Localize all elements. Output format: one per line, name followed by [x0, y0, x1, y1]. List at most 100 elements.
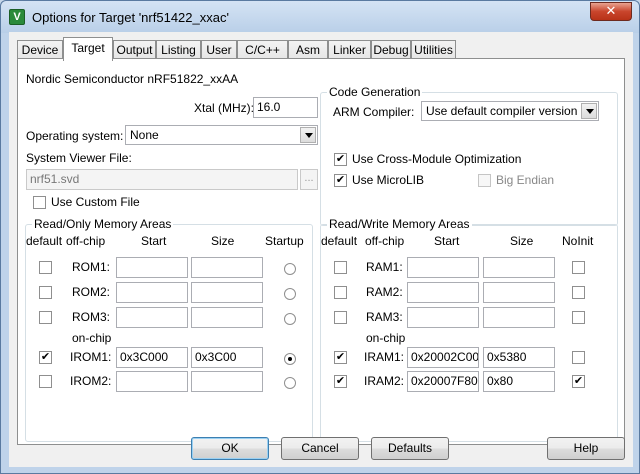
ram1-default-checkbox[interactable] — [334, 261, 347, 274]
ok-button[interactable]: OK — [191, 437, 269, 460]
rom2-startup-radio[interactable] — [284, 288, 296, 300]
tab-debug[interactable]: Debug — [371, 40, 411, 60]
compiler-label: ARM Compiler: — [333, 105, 415, 119]
iram1-label: IRAM1: — [364, 350, 405, 364]
code-generation-group: Code Generation ARM Compiler: Use defaul… — [320, 85, 618, 226]
rom2-start-input[interactable] — [116, 282, 188, 303]
title-bar[interactable]: V Options for Target 'nrf51422_xxac' ✕ — [1, 1, 639, 33]
tab-listing[interactable]: Listing — [156, 40, 201, 60]
options-dialog: V Options for Target 'nrf51422_xxac' ✕ D… — [0, 0, 640, 474]
ram2-size-input[interactable] — [483, 282, 555, 303]
rom1-startup-radio[interactable] — [284, 263, 296, 275]
irom2-start-input[interactable] — [116, 371, 188, 392]
rom3-default-checkbox[interactable] — [39, 311, 52, 324]
ram3-size-input[interactable] — [483, 307, 555, 328]
rw-header-size: Size — [510, 234, 534, 248]
cross-module-label: Use Cross-Module Optimization — [352, 152, 522, 166]
ram3-noinit-checkbox[interactable] — [572, 311, 585, 324]
rom1-size-input[interactable] — [191, 257, 263, 278]
rom3-size-input[interactable] — [191, 307, 263, 328]
ram2-start-input[interactable] — [407, 282, 479, 303]
iram1-noinit-checkbox[interactable] — [572, 351, 585, 364]
window-title: Options for Target 'nrf51422_xxac' — [32, 10, 229, 25]
rw-onchip-label: on-chip — [366, 331, 406, 345]
irom1-size-input[interactable]: 0x3C00 — [191, 347, 263, 368]
rom2-size-input[interactable] — [191, 282, 263, 303]
svf-input[interactable]: nrf51.svd — [26, 169, 298, 190]
rom3-startup-radio[interactable] — [284, 313, 296, 325]
iram2-size-input[interactable]: 0x80 — [483, 371, 555, 392]
tab-utilities[interactable]: Utilities — [411, 40, 456, 60]
code-generation-title: Code Generation — [327, 85, 423, 99]
chevron-down-icon[interactable] — [300, 127, 316, 143]
compiler-select[interactable]: Use default compiler version — [421, 101, 599, 121]
iram1-start-input[interactable]: 0x20002C00 — [407, 347, 479, 368]
ram1-start-input[interactable] — [407, 257, 479, 278]
ram2-default-checkbox[interactable] — [334, 286, 347, 299]
defaults-button[interactable]: Defaults — [371, 437, 449, 460]
ram1-noinit-checkbox[interactable] — [572, 261, 585, 274]
iram2-label: IRAM2: — [364, 374, 405, 388]
iram2-default-checkbox[interactable]: ✔ — [334, 375, 347, 388]
ram3-start-input[interactable] — [407, 307, 479, 328]
cross-module-checkbox[interactable]: ✔ — [334, 153, 347, 166]
irom1-startup-radio[interactable] — [284, 353, 296, 365]
rom2-default-checkbox[interactable] — [39, 286, 52, 299]
irom1-start-input[interactable]: 0x3C000 — [116, 347, 188, 368]
irom2-size-input[interactable] — [191, 371, 263, 392]
iram2-noinit-checkbox[interactable]: ✔ — [572, 375, 585, 388]
rw-header-noinit: NoInit — [562, 234, 594, 248]
rw-memory-title: Read/Write Memory Areas — [327, 217, 472, 231]
ro-header-offchip: off-chip — [66, 234, 106, 248]
rw-header-default: default — [321, 234, 358, 248]
ram3-default-checkbox[interactable] — [334, 311, 347, 324]
iram1-size-input[interactable]: 0x5380 — [483, 347, 555, 368]
tab-device[interactable]: Device — [17, 40, 63, 60]
os-label: Operating system: — [26, 129, 124, 143]
ram3-label: RAM3: — [366, 310, 403, 324]
xtal-input[interactable]: 16.0 — [253, 97, 318, 118]
rw-memory-group: Read/Write Memory Areas default off-chip… — [320, 217, 618, 442]
irom2-startup-radio[interactable] — [284, 377, 296, 389]
irom1-default-checkbox[interactable]: ✔ — [39, 351, 52, 364]
ro-header-start: Start — [141, 234, 167, 248]
iram2-start-input[interactable]: 0x20007F80 — [407, 371, 479, 392]
big-endian-checkbox[interactable] — [478, 174, 491, 187]
rom2-label: ROM2: — [72, 285, 111, 299]
ram2-noinit-checkbox[interactable] — [572, 286, 585, 299]
target-tab-panel: Nordic Semiconductor nRF51822_xxAA Xtal … — [17, 58, 625, 445]
tab-linker[interactable]: Linker — [328, 40, 371, 60]
irom2-default-checkbox[interactable] — [39, 375, 52, 388]
close-button[interactable]: ✕ — [590, 2, 632, 21]
device-name-label: Nordic Semiconductor nRF51822_xxAA — [26, 72, 239, 86]
rom1-label: ROM1: — [72, 260, 111, 274]
tab-target[interactable]: Target — [63, 37, 113, 61]
ram1-size-input[interactable] — [483, 257, 555, 278]
svf-label: System Viewer File: — [26, 151, 132, 165]
os-select[interactable]: None — [125, 125, 318, 145]
rom1-start-input[interactable] — [116, 257, 188, 278]
microlib-checkbox[interactable]: ✔ — [334, 174, 347, 187]
tab-asm[interactable]: Asm — [288, 40, 328, 60]
xtal-label: Xtal (MHz): — [194, 101, 254, 115]
microlib-label: Use MicroLIB — [352, 173, 425, 187]
svf-browse-button[interactable]: ... — [300, 169, 318, 190]
tab-user[interactable]: User — [201, 40, 237, 60]
ram2-label: RAM2: — [366, 285, 403, 299]
rom1-default-checkbox[interactable] — [39, 261, 52, 274]
iram1-default-checkbox[interactable]: ✔ — [334, 351, 347, 364]
tab-c-cpp[interactable]: C/C++ — [237, 40, 288, 60]
keil-app-icon: V — [9, 9, 25, 25]
custom-file-checkbox[interactable] — [33, 196, 46, 209]
ro-header-startup: Startup — [265, 234, 304, 248]
ro-memory-group: Read/Only Memory Areas default off-chip … — [25, 217, 313, 442]
cancel-button[interactable]: Cancel — [281, 437, 359, 460]
rw-header-offchip: off-chip — [365, 234, 405, 248]
irom2-label: IROM2: — [70, 374, 112, 388]
ro-header-default: default — [26, 234, 63, 248]
tab-output[interactable]: Output — [113, 40, 156, 60]
help-button[interactable]: Help — [547, 437, 625, 460]
ram1-label: RAM1: — [366, 260, 403, 274]
rom3-start-input[interactable] — [116, 307, 188, 328]
chevron-down-icon[interactable] — [581, 103, 597, 119]
